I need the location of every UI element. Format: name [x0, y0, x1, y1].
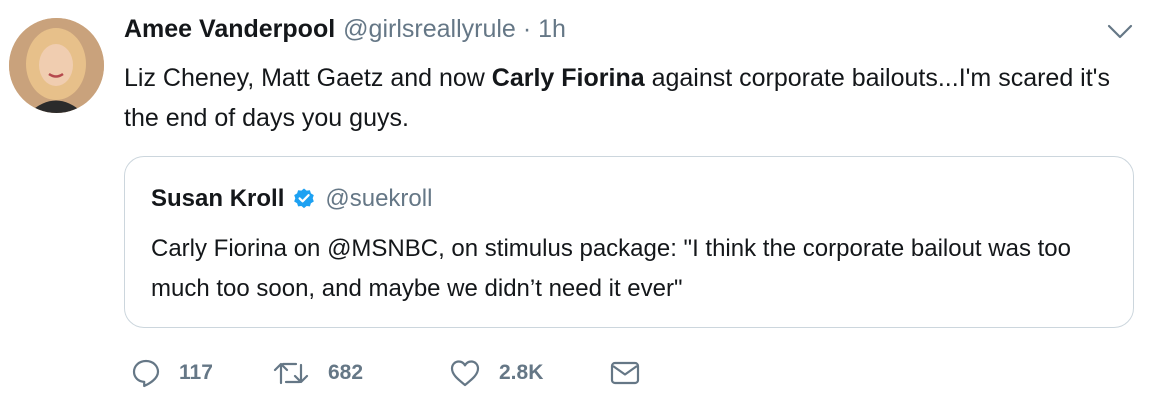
- tweet-timestamp[interactable]: 1h: [538, 15, 566, 44]
- author-avatar[interactable]: [9, 18, 104, 113]
- quoted-tweet-card[interactable]: Susan Kroll @suekroll Carly Fiorina on @…: [124, 156, 1134, 328]
- tweet-header: Amee Vanderpool @girlsreallyrule · 1h: [124, 15, 566, 51]
- direct-message-button[interactable]: [609, 355, 641, 391]
- tweet-text: Liz Cheney, Matt Gaetz and now Carly Fio…: [124, 58, 1114, 138]
- like-button[interactable]: 2.8K: [449, 355, 543, 391]
- heart-icon: [450, 360, 480, 387]
- reply-button[interactable]: 117: [131, 355, 213, 391]
- retweet-count: 682: [328, 361, 364, 384]
- reply-count: 117: [179, 361, 213, 384]
- retweet-icon: [273, 362, 309, 385]
- reply-icon: [132, 359, 160, 388]
- quoted-tweet-header: Susan Kroll @suekroll: [151, 185, 432, 213]
- quoted-author-name: Susan Kroll: [151, 185, 285, 212]
- author-handle[interactable]: @girlsreallyrule: [343, 15, 516, 44]
- quoted-tweet-text: Carly Fiorina on @MSNBC, on stimulus pac…: [151, 235, 1071, 302]
- quoted-author-handle: @suekroll: [325, 185, 433, 212]
- retweet-button[interactable]: 682: [272, 355, 363, 391]
- separator-dot: ·: [522, 15, 532, 43]
- tweet-text-part1: Liz Cheney, Matt Gaetz and now: [124, 64, 492, 92]
- verified-badge-icon: [294, 188, 315, 209]
- envelope-icon: [610, 361, 640, 385]
- like-count: 2.8K: [499, 361, 544, 384]
- author-name[interactable]: Amee Vanderpool: [124, 15, 335, 44]
- tweet-actions: 117 682 2.8K: [131, 355, 651, 391]
- tweet-text-bold: Carly Fiorina: [491, 64, 645, 92]
- chevron-down-icon[interactable]: [1106, 23, 1134, 41]
